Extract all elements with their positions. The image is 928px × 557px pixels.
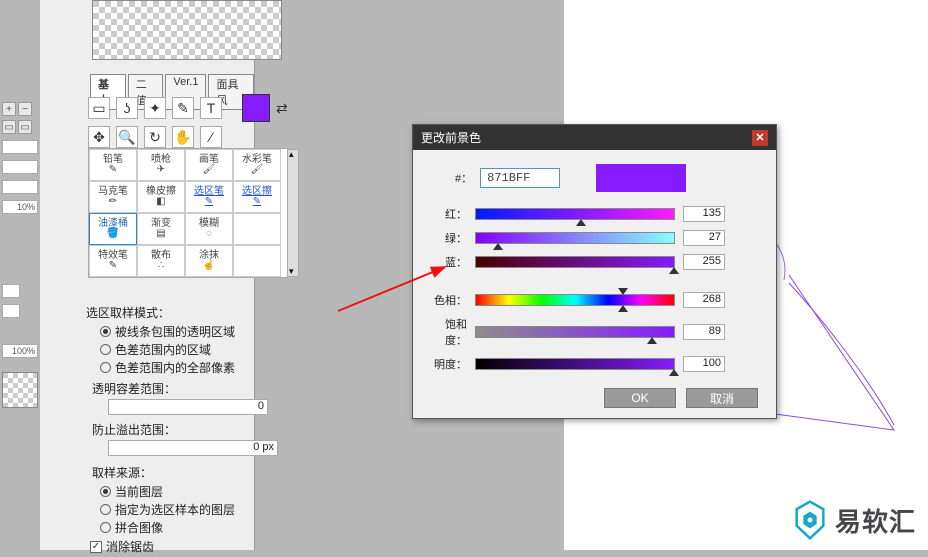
zoom-field[interactable]: 100% [2,344,38,358]
val-field-2[interactable] [2,160,38,174]
hex-input[interactable]: 871BFF [480,168,560,188]
layer-thumbnail[interactable] [92,0,282,60]
pen-tool[interactable]: ✎ [172,97,194,119]
zoom-tool[interactable]: 🔍 [116,126,138,148]
blue-label: 蓝： [431,254,467,270]
tool-scatter[interactable]: 散布∴ [137,245,185,277]
ok-button[interactable]: OK [604,388,676,408]
tolerance-input[interactable]: 0 [108,399,268,415]
dialog-title: 更改前景色 [421,129,481,146]
tool-options: 选区取样模式： 被线条包围的透明区域 色差范围内的区域 色差范围内的全部像素 透… [86,300,292,557]
val-small-1[interactable] [2,284,20,298]
pct-field[interactable]: 10% [2,200,38,214]
overflow-label: 防止溢出范围： [92,421,292,438]
tool-watercolor[interactable]: 水彩笔🖌 [233,149,281,181]
color-preview-swatch [596,164,686,192]
sample-mode-label: 选区取样模式： [86,304,292,321]
source-radio-1[interactable]: 当前图层 [100,483,292,500]
hand-tool[interactable]: ✋ [172,126,194,148]
tool-gradient[interactable]: 渐变▤ [137,213,185,245]
color-picker-dialog: 更改前景色 ✕ #： 871BFF 红： 135 绿： 27 蓝： 255 色相… [412,124,777,419]
saturation-slider[interactable] [475,326,675,338]
lasso-tool[interactable]: ʖ [116,97,138,119]
dialog-titlebar[interactable]: 更改前景色 ✕ [413,125,776,150]
val-value[interactable]: 100 [683,356,725,372]
blue-value[interactable]: 255 [683,254,725,270]
tool-fx-pen[interactable]: 特效笔✎ [89,245,137,277]
wand-tool[interactable]: ✦ [144,97,166,119]
mini-preview [2,372,38,408]
blue-slider[interactable] [475,256,675,268]
move-tool[interactable]: ✥ [88,126,110,148]
watermark: 易软汇 [793,500,916,540]
hash-label: #： [455,170,472,186]
square-icon-2[interactable]: ▭ [18,120,32,134]
green-slider[interactable] [475,232,675,244]
mode-radio-1[interactable]: 被线条包围的透明区域 [100,323,292,340]
green-label: 绿： [431,230,467,246]
text-tool[interactable]: T [200,97,222,119]
watermark-text: 易软汇 [835,502,916,539]
hue-label: 色相： [431,292,467,308]
tool-marker[interactable]: 马克笔✏ [89,181,137,213]
cancel-button[interactable]: 取消 [686,388,758,408]
brush-tool-grid: 铅笔✎ 喷枪✈ 画笔🖌 水彩笔🖌 马克笔✏ 橡皮擦◧ 选区笔✎ 选区擦✎ 油漆桶… [88,148,288,278]
val-label: 明度： [431,356,467,372]
red-label: 红： [431,206,467,222]
far-left-strip: + − ▭ ▭ 10% 100% [0,100,40,410]
source-radio-2[interactable]: 指定为选区样本的图层 [100,501,292,518]
val-field-3[interactable] [2,180,38,194]
swap-colors-icon[interactable]: ⇄ [276,100,288,117]
tool-brush[interactable]: 画笔🖌 [185,149,233,181]
tool-pencil[interactable]: 铅笔✎ [89,149,137,181]
val-small-2[interactable] [2,304,20,318]
mode-radio-3[interactable]: 色差范围内的全部像素 [100,359,292,376]
marquee-tool[interactable]: ▭ [88,97,110,119]
rotate-tool[interactable]: ↻ [144,126,166,148]
sat-value[interactable]: 89 [683,324,725,340]
tool-airbrush[interactable]: 喷枪✈ [137,149,185,181]
tool-smudge[interactable]: 涂抹☝ [185,245,233,277]
value-slider[interactable] [475,358,675,370]
foreground-color-swatch[interactable] [242,94,270,122]
tool-select-pen[interactable]: 选区笔✎ [185,181,233,213]
source-label: 取样来源： [92,464,292,481]
sat-label: 饱和度： [431,316,467,348]
val-field-1[interactable] [2,140,38,154]
plus-icon[interactable]: + [2,102,16,116]
grid-scrollbar[interactable] [287,149,299,277]
overflow-input[interactable]: 0 px [108,440,278,456]
tolerance-label: 透明容差范围： [92,380,292,397]
minus-icon[interactable]: − [18,102,32,116]
mode-radio-2[interactable]: 色差范围内的区域 [100,341,292,358]
red-slider[interactable] [475,208,675,220]
left-panel: 基本 二值 Ver.1 面具风 ▭ ʖ ✦ ✎ T ⇄ ✥ 🔍 ↻ ✋ ⁄ 铅笔… [40,0,255,550]
primary-tools: ▭ ʖ ✦ ✎ T ⇄ ✥ 🔍 ↻ ✋ ⁄ [88,94,288,152]
tool-bucket[interactable]: 油漆桶🪣 [89,213,137,245]
green-value[interactable]: 27 [683,230,725,246]
tool-eraser[interactable]: 橡皮擦◧ [137,181,185,213]
hue-value[interactable]: 268 [683,292,725,308]
red-value[interactable]: 135 [683,206,725,222]
source-radio-3[interactable]: 拼合图像 [100,519,292,536]
hue-slider[interactable] [475,294,675,306]
tool-blur[interactable]: 模糊◌ [185,213,233,245]
close-icon[interactable]: ✕ [752,130,768,146]
eyedropper-tool[interactable]: ⁄ [200,126,222,148]
watermark-logo-icon [793,500,827,540]
tool-select-eraser[interactable]: 选区擦✎ [233,181,281,213]
tool-empty-2 [233,245,281,277]
square-icon[interactable]: ▭ [2,120,16,134]
antialias-check[interactable]: ✓消除锯齿 [90,538,292,555]
tool-empty-1 [233,213,281,245]
